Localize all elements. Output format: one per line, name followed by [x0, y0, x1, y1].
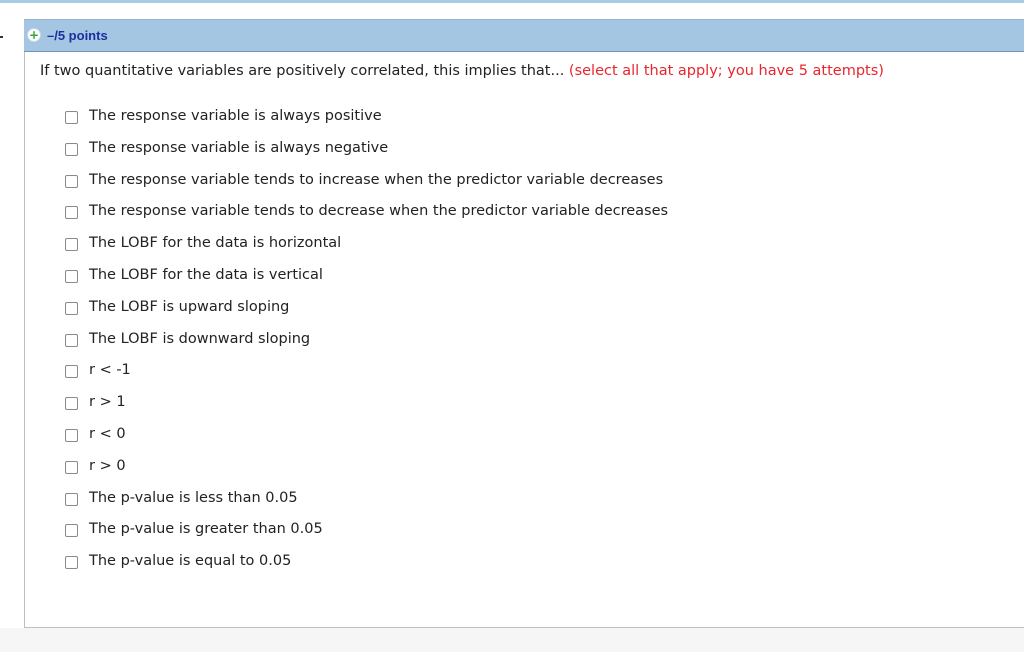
- option-label: The p-value is greater than 0.05: [89, 521, 323, 538]
- option-label: The response variable is always negative: [89, 139, 389, 156]
- points-label: –/5 points: [47, 28, 108, 43]
- expand-plus-icon[interactable]: +: [27, 28, 41, 42]
- option-checkbox[interactable]: [65, 142, 78, 156]
- answer-option[interactable]: r < -1: [65, 361, 668, 393]
- answer-option[interactable]: The LOBF is upward sloping: [65, 298, 668, 330]
- option-checkbox[interactable]: [65, 492, 78, 506]
- question-prompt: If two quantitative variables are positi…: [40, 63, 569, 79]
- answer-option[interactable]: The LOBF for the data is horizontal: [65, 234, 668, 266]
- option-label: r < 0: [89, 425, 126, 442]
- question-header: + –/5 points: [24, 19, 1024, 52]
- page-bottom-background: [0, 628, 1024, 652]
- option-label: The LOBF for the data is vertical: [89, 266, 323, 283]
- top-rule: [0, 0, 1024, 3]
- left-edge-marker: [0, 36, 3, 38]
- question-instruction: (select all that apply; you have 5 attem…: [568, 63, 884, 79]
- option-checkbox[interactable]: [65, 556, 78, 570]
- answer-option[interactable]: The response variable is always positive: [65, 107, 668, 139]
- option-checkbox[interactable]: [65, 524, 78, 538]
- option-label: The LOBF is upward sloping: [89, 298, 290, 315]
- answer-option[interactable]: r < 0: [65, 425, 668, 457]
- option-checkbox[interactable]: [65, 333, 78, 347]
- option-checkbox[interactable]: [65, 206, 78, 220]
- option-checkbox[interactable]: [65, 428, 78, 442]
- answer-option[interactable]: The LOBF is downward sloping: [65, 330, 668, 362]
- option-checkbox[interactable]: [65, 365, 78, 379]
- option-label: r < -1: [89, 362, 131, 379]
- option-label: The response variable is always positive: [89, 108, 382, 124]
- option-label: r > 1: [89, 394, 126, 411]
- option-label: The p-value is equal to 0.05: [89, 553, 292, 570]
- question-text: If two quantitative variables are positi…: [40, 62, 884, 80]
- answer-options-list: The response variable is always positive…: [65, 107, 668, 584]
- answer-option[interactable]: The response variable is always negative: [65, 139, 668, 171]
- answer-option[interactable]: The response variable tends to decrease …: [65, 202, 668, 234]
- option-checkbox[interactable]: [65, 460, 78, 474]
- option-label: r > 0: [89, 457, 126, 474]
- option-checkbox[interactable]: [65, 238, 78, 252]
- option-checkbox[interactable]: [65, 111, 78, 124]
- answer-option[interactable]: The response variable tends to increase …: [65, 171, 668, 203]
- answer-option[interactable]: The p-value is greater than 0.05: [65, 520, 668, 552]
- option-label: The response variable tends to decrease …: [89, 203, 669, 220]
- option-checkbox[interactable]: [65, 301, 78, 315]
- answer-option[interactable]: The LOBF for the data is vertical: [65, 266, 668, 298]
- option-label: The LOBF for the data is horizontal: [89, 235, 342, 252]
- option-checkbox[interactable]: [65, 174, 78, 188]
- option-label: The response variable tends to increase …: [89, 171, 664, 188]
- option-checkbox[interactable]: [65, 397, 78, 411]
- answer-option[interactable]: The p-value is less than 0.05: [65, 489, 668, 521]
- answer-option[interactable]: r > 1: [65, 393, 668, 425]
- question-body: If two quantitative variables are positi…: [24, 52, 1024, 628]
- option-label: The p-value is less than 0.05: [89, 489, 298, 506]
- option-checkbox[interactable]: [65, 269, 78, 283]
- option-label: The LOBF is downward sloping: [89, 330, 311, 347]
- answer-option[interactable]: The p-value is equal to 0.05: [65, 552, 668, 584]
- answer-option[interactable]: r > 0: [65, 457, 668, 489]
